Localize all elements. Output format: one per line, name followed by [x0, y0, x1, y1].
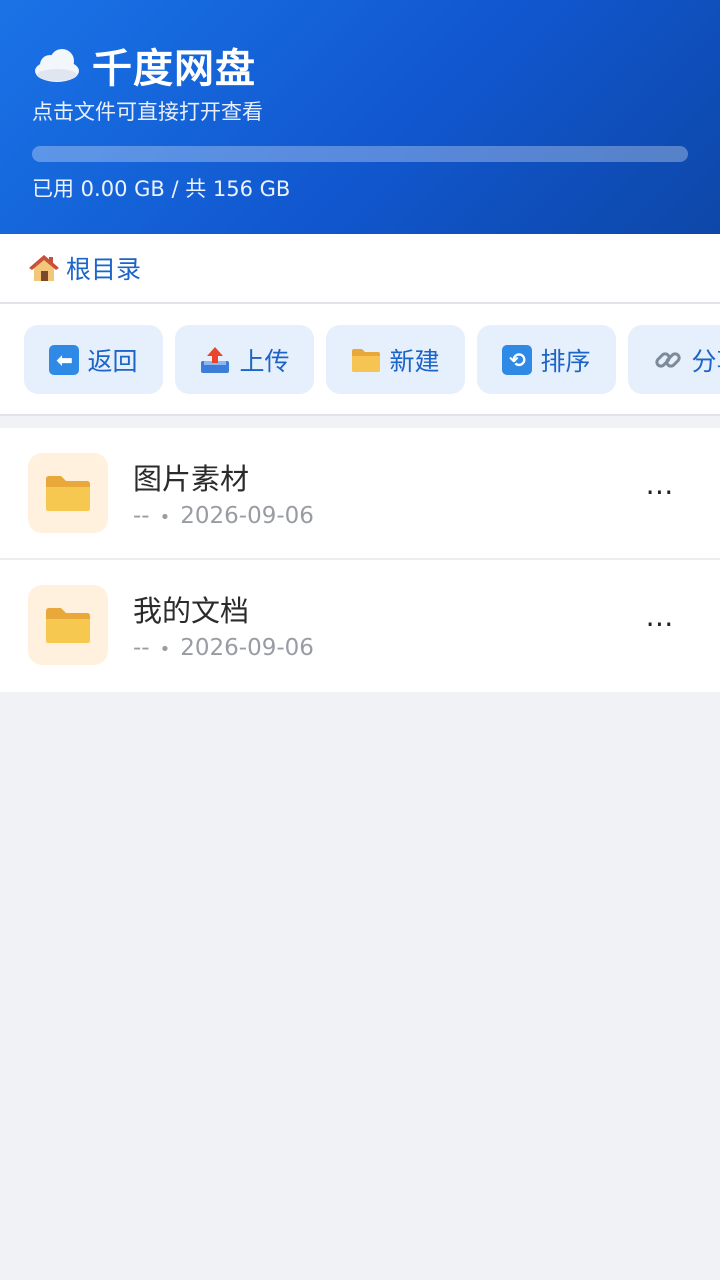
- share-button-label: 分享: [691, 346, 720, 376]
- folder-icon: [46, 608, 90, 643]
- file-size: --: [133, 635, 150, 661]
- file-icon-tile: [28, 585, 108, 665]
- link-icon: [655, 351, 682, 368]
- file-name: 图片素材: [133, 462, 250, 496]
- meta-separator: •: [159, 639, 171, 660]
- meta-separator: •: [159, 507, 171, 528]
- sort-button-label: 排序: [540, 346, 591, 376]
- upload-button[interactable]: 上传: [175, 325, 314, 394]
- storage-progress-bar: [32, 146, 688, 162]
- file-row[interactable]: 图片素材 -- • 2026-09-06 ⋯: [0, 428, 720, 560]
- upload-tray-icon: [201, 346, 230, 373]
- back-button[interactable]: ⬅ 返回: [24, 325, 163, 394]
- file-meta: -- • 2026-09-06: [133, 635, 314, 661]
- file-icon-tile: [28, 453, 108, 533]
- header-subtitle: 点击文件可直接打开查看: [32, 100, 263, 124]
- back-arrow-icon: ⬅: [49, 344, 80, 375]
- sort-button[interactable]: ⟲ 排序: [477, 325, 616, 394]
- new-folder-button[interactable]: 新建: [326, 325, 465, 394]
- file-size: --: [133, 503, 150, 529]
- file-meta: -- • 2026-09-06: [133, 503, 314, 529]
- upload-button-label: 上传: [239, 346, 290, 376]
- home-icon: [29, 255, 59, 281]
- app-title-text: 千度网盘: [92, 46, 256, 92]
- breadcrumb-root-label[interactable]: 根目录: [66, 250, 141, 286]
- refresh-arrows-icon: ⟲: [502, 344, 533, 375]
- file-date: 2026-09-06: [180, 635, 314, 661]
- back-button-label: 返回: [87, 346, 138, 376]
- file-name: 我的文档: [133, 594, 250, 628]
- app-header: 千度网盘 点击文件可直接打开查看 已用 0.00 GB / 共 156 GB: [0, 0, 720, 234]
- folder-icon: [46, 476, 90, 511]
- breadcrumb[interactable]: 根目录: [0, 234, 720, 304]
- file-date: 2026-09-06: [180, 503, 314, 529]
- share-button[interactable]: 分享: [628, 325, 720, 394]
- new-folder-button-label: 新建: [389, 346, 440, 376]
- file-row[interactable]: 我的文档 -- • 2026-09-06 ⋯: [0, 560, 720, 692]
- cloud-icon: [35, 49, 79, 82]
- toolbar: ⬅ 返回 上传 新建 ⟲ 排序 分享: [0, 304, 720, 416]
- folder-icon: [352, 348, 381, 372]
- file-list: 图片素材 -- • 2026-09-06 ⋯ 我的文档 -- • 2026-09-06 …: [0, 428, 720, 692]
- app-title: 千度网盘: [32, 38, 256, 92]
- more-options-button[interactable]: ⋯: [640, 606, 680, 646]
- more-options-button[interactable]: ⋯: [640, 474, 680, 514]
- storage-usage-text: 已用 0.00 GB / 共 156 GB: [32, 177, 291, 201]
